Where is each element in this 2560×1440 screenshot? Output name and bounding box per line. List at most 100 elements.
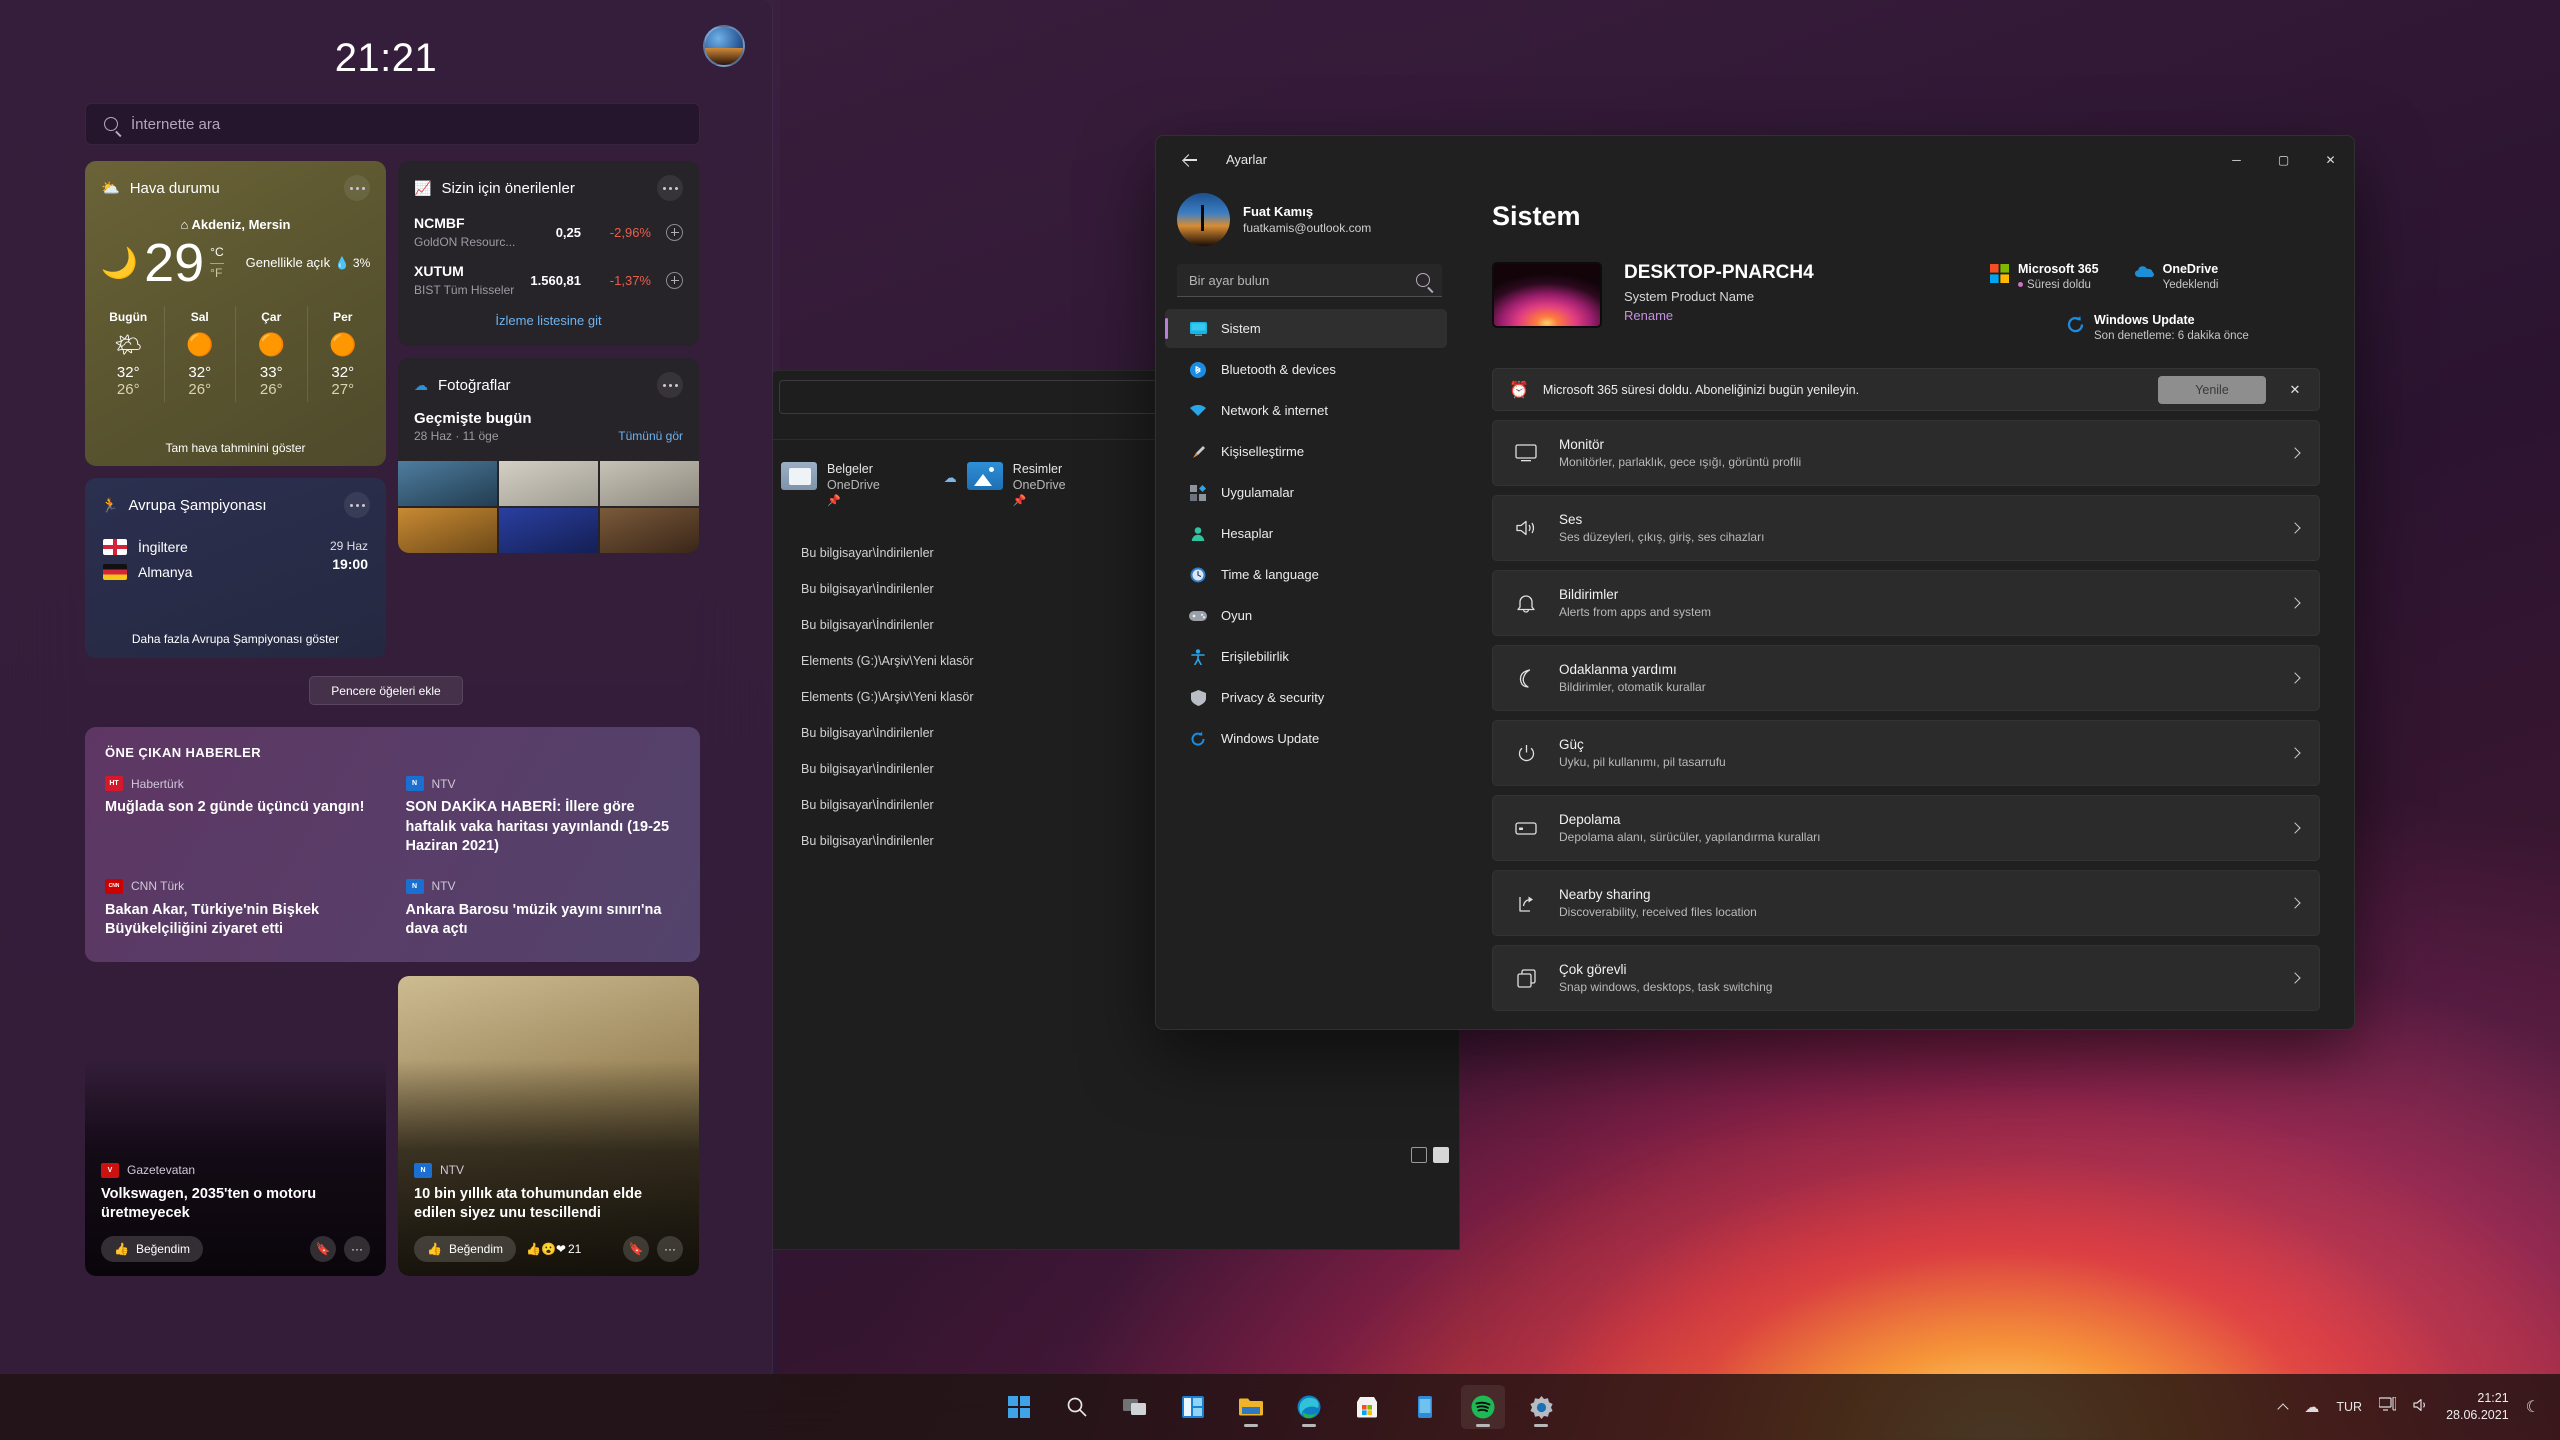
search-icon[interactable] [1055,1385,1099,1429]
forecast-day[interactable]: Per 🟠 32° 27° [306,306,379,402]
like-button[interactable]: 👍 Beğendim [101,1235,203,1262]
maximize-button[interactable]: ▢ [2260,136,2307,183]
settings-title-bar[interactable]: Ayarlar ─ ▢ ✕ [1156,136,2354,183]
add-stock-button[interactable] [666,223,683,241]
minimize-button[interactable]: ─ [2213,136,2260,183]
bookmark-icon[interactable]: 🔖 [623,1235,649,1262]
system-tray[interactable]: ☁ TUR 21:21 28.06.2021 ☾ [2277,1390,2540,1424]
photo-thumbnail[interactable] [398,508,497,553]
details-view-icon[interactable] [1411,1147,1427,1163]
account-block[interactable]: Fuat Kamış fuatkamis@outlook.com [1165,183,1447,246]
network-icon[interactable] [2378,1396,2397,1417]
quick-access-item[interactable]: ☁ Resimler OneDrive 📌 [944,462,1066,507]
photos-see-all-link[interactable]: Tümünü gör [618,429,683,443]
widgets-panel[interactable]: 21:21 İnternette ara ⛅ Hava durumu ⌂ Akd… [0,0,773,1380]
news-card[interactable]: V Gazetevatan Volkswagen, 2035'ten o mot… [85,975,386,1276]
add-stock-button[interactable] [666,271,683,289]
stock-row[interactable]: NCMBF GoldON Resourc... 0,25 -2,96% [398,215,699,249]
close-icon[interactable]: ✕ [2280,376,2310,404]
language-indicator[interactable]: TUR [2336,1400,2362,1414]
forecast-day[interactable]: Çar 🟠 33° 26° [235,306,307,402]
sports-footer-link[interactable]: Daha fazla Avrupa Şampiyonası göster [85,632,386,646]
task-view-icon[interactable] [1113,1385,1157,1429]
photo-thumbnail[interactable] [600,461,699,506]
news-item[interactable]: N NTV Ankara Barosu 'müzik yayını sınırı… [405,878,681,940]
news-headline[interactable]: Ankara Barosu 'müzik yayını sınırı'na da… [406,901,681,940]
reaction-group[interactable]: 👍😮❤ 21 [526,1242,581,1256]
news-more-button[interactable]: ··· [657,1235,683,1262]
like-button[interactable]: 👍 Beğendim [414,1235,516,1262]
weather-widget[interactable]: ⛅ Hava durumu ⌂ Akdeniz, Mersin 🌙 29 °C … [85,161,386,466]
sidebar-item-windows-update[interactable]: Windows Update [1165,719,1447,758]
settings-row-depolama[interactable]: Depolama Depolama alanı, sürücüler, yapı… [1492,795,2320,861]
widgets-search-input[interactable]: İnternette ara [85,103,700,145]
settings-row-odaklanma-yardimi[interactable]: Odaklanma yardımı Bildirimler, otomatik … [1492,645,2320,711]
sidebar-item-network-internet[interactable]: Network & internet [1165,391,1447,430]
sidebar-item-privacy-security[interactable]: Privacy & security [1165,678,1447,717]
news-more-button[interactable]: ··· [344,1235,370,1262]
weather-unit-toggle[interactable]: °C °F [210,244,224,282]
news-headline[interactable]: Muğlada son 2 günde üçüncü yangın! [105,798,380,818]
sidebar-item-oyun[interactable]: Oyun [1165,596,1447,635]
sidebar-item-erisilebilirlik[interactable]: Erişilebilirlik [1165,637,1447,676]
news-item[interactable]: CNN CNN Türk Bakan Akar, Türkiye'nin Biş… [105,878,380,940]
chevron-up-icon[interactable] [2277,1402,2290,1415]
sports-widget[interactable]: 🏃 Avrupa Şampiyonası İngiltere Almanya 2… [85,478,386,658]
news-item[interactable]: N NTV SON DAKİKA HABERİ: İllere göre haf… [405,776,681,857]
sidebar-item-hesaplar[interactable]: Hesaplar [1165,514,1447,553]
photos-more-button[interactable] [657,372,683,398]
news-card[interactable]: N NTV 10 bin yıllık ata tohumundan elde … [398,975,699,1276]
forecast-day[interactable]: Bugün 🌤 32° 26° [93,306,164,402]
settings-row-guc[interactable]: Güç Uyku, pil kullanımı, pil tasarrufu [1492,720,2320,786]
sidebar-item-sistem[interactable]: Sistem [1165,309,1447,348]
spotify-icon[interactable] [1461,1385,1505,1429]
rename-link[interactable]: Rename [1624,308,1814,323]
settings-row-ses[interactable]: Ses Ses düzeyleri, çıkış, giriş, ses cih… [1492,495,2320,561]
bookmark-icon[interactable]: 🔖 [310,1235,336,1262]
settings-icon[interactable] [1519,1385,1563,1429]
taskbar-clock[interactable]: 21:21 28.06.2021 [2446,1390,2509,1424]
microsoft-store-icon[interactable] [1345,1385,1389,1429]
weather-more-button[interactable] [344,175,370,201]
phone-link-icon[interactable] [1403,1385,1447,1429]
stocks-more-button[interactable] [657,175,683,201]
news-item[interactable]: HT Habertürk Muğlada son 2 günde üçüncü … [105,776,380,857]
stocks-watchlist-link[interactable]: İzleme listesine git [398,313,699,328]
photo-thumbnail[interactable] [499,508,598,553]
news-headline[interactable]: 10 bin yıllık ata tohumundan elde edilen… [414,1185,683,1224]
weather-unit-celsius[interactable]: °C [210,244,223,261]
volume-icon[interactable] [2413,1398,2429,1417]
news-headline[interactable]: Volkswagen, 2035'ten o motoru üretmeyece… [101,1185,370,1224]
photo-thumbnail[interactable] [499,461,598,506]
photo-thumbnail[interactable] [600,508,699,553]
file-explorer-icon[interactable] [1229,1385,1273,1429]
edge-icon[interactable] [1287,1385,1331,1429]
large-icons-view-icon[interactable] [1433,1147,1449,1163]
explorer-view-buttons[interactable] [1411,1147,1449,1163]
status-onedrive[interactable]: OneDrive Yedeklendi [2134,262,2218,291]
news-headline[interactable]: Bakan Akar, Türkiye'nin Bişkek Büyükelçi… [105,901,380,940]
stock-row[interactable]: XUTUM BIST Tüm Hisseler 1.560,81 -1,37% [398,263,699,297]
start-button[interactable] [997,1385,1041,1429]
close-button[interactable]: ✕ [2307,136,2354,183]
forecast-day[interactable]: Sal 🟠 32° 26° [163,306,236,402]
renew-button[interactable]: Yenile [2158,375,2266,404]
taskbar[interactable]: ☁ TUR 21:21 28.06.2021 ☾ [0,1374,2560,1440]
sidebar-item-bluetooth-devices[interactable]: Bluetooth & devices [1165,350,1447,389]
photo-thumbnail[interactable] [398,461,497,506]
settings-row-bildirimler[interactable]: Bildirimler Alerts from apps and system [1492,570,2320,636]
widgets-icon[interactable] [1171,1385,1215,1429]
sports-more-button[interactable] [344,492,370,518]
search-icon[interactable] [1416,273,1430,287]
status-microsoft365[interactable]: Microsoft 365 Süresi doldu [1990,262,2099,291]
news-headline[interactable]: SON DAKİKA HABERİ: İllere göre haftalık … [406,798,681,857]
notification-moon-icon[interactable]: ☾ [2526,1397,2540,1417]
microsoft365-banner[interactable]: ⏰ Microsoft 365 süresi doldu. Aboneliğin… [1492,368,2320,411]
weather-unit-fahrenheit[interactable]: °F [210,265,223,282]
settings-search-input[interactable]: Bir ayar bulun [1177,264,1442,297]
add-widgets-button[interactable]: Pencere öğeleri ekle [309,676,463,705]
settings-window[interactable]: Ayarlar ─ ▢ ✕ Fuat Kamış fuatkamis@outlo… [1155,135,2355,1030]
photos-thumbnail-grid[interactable] [398,461,699,553]
sidebar-item-time-language[interactable]: Time & language [1165,555,1447,594]
avatar[interactable] [1177,193,1230,246]
